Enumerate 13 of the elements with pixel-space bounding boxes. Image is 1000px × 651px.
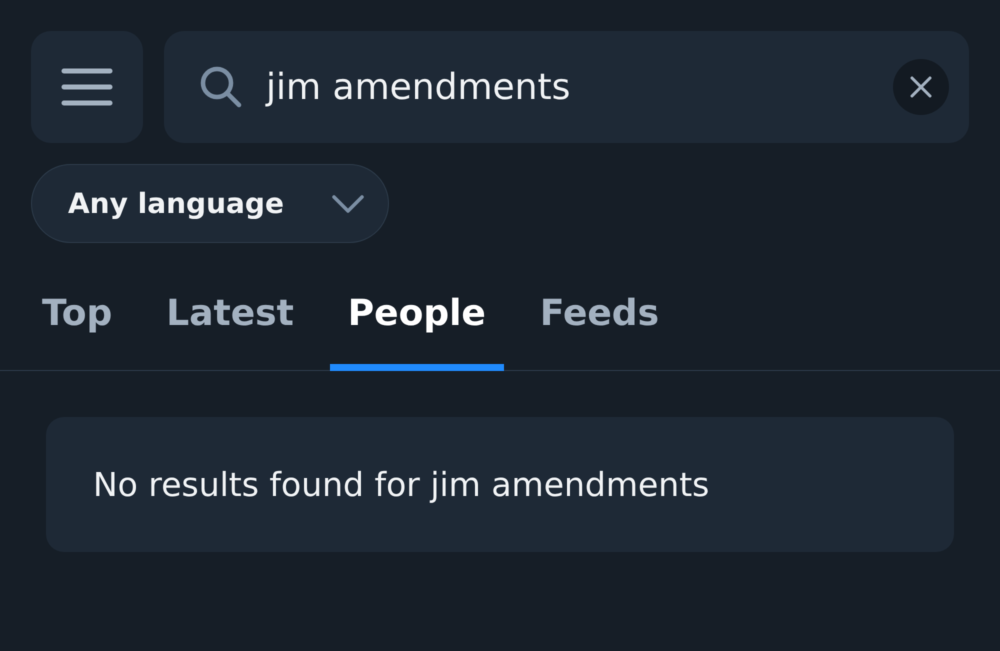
menu-icon — [61, 68, 113, 106]
tab[interactable]: People — [330, 271, 504, 371]
tab[interactable]: Feeds — [522, 271, 678, 371]
search-icon — [200, 66, 242, 108]
tab[interactable]: Latest — [148, 271, 312, 371]
close-icon — [910, 76, 932, 98]
chevron-down-icon — [332, 194, 364, 212]
search-field[interactable]: jim amendments — [164, 31, 969, 143]
search-query: jim amendments — [266, 66, 570, 108]
menu-button[interactable] — [31, 31, 143, 143]
language-dropdown[interactable]: Any language — [31, 164, 389, 243]
tab[interactable]: Top — [24, 271, 130, 371]
no-results-message: No results found for jim amendments — [93, 465, 710, 504]
